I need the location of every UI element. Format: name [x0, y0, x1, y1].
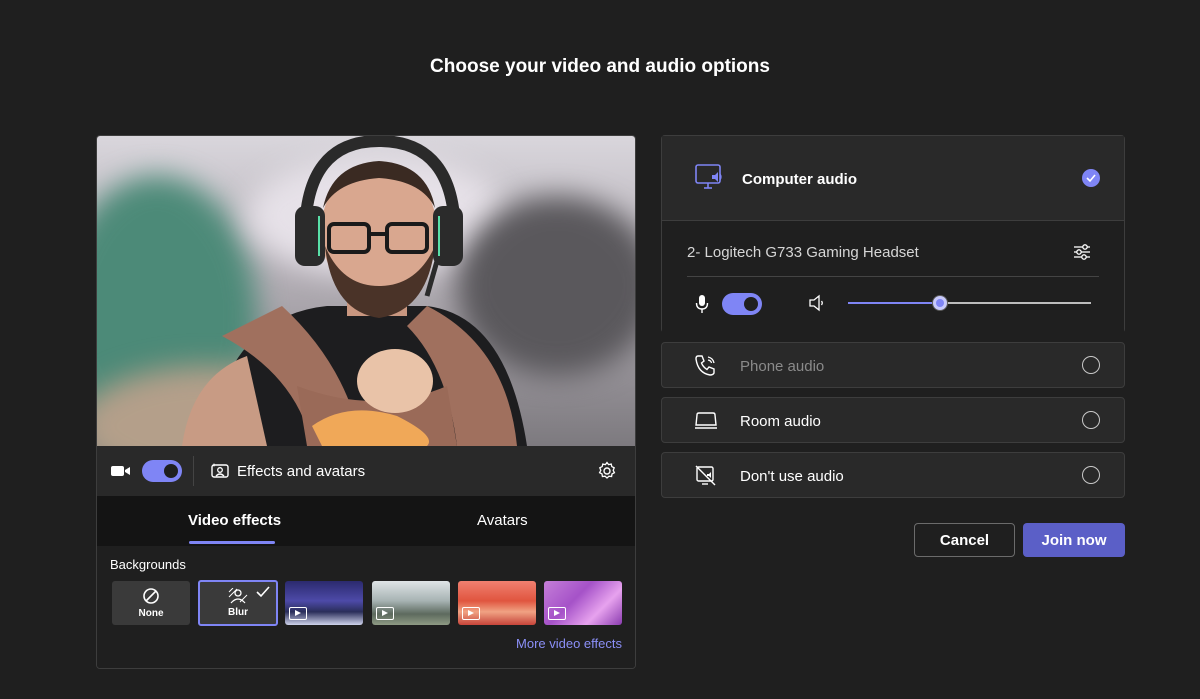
audio-settings-icon[interactable]	[1072, 242, 1092, 262]
background-label: Blur	[228, 607, 248, 618]
video-background-icon	[376, 607, 394, 620]
no-audio-option[interactable]: Don't use audio	[661, 452, 1125, 498]
join-now-button[interactable]: Join now	[1023, 523, 1125, 557]
background-clouds[interactable]	[372, 581, 450, 625]
toggle-knob	[744, 297, 758, 311]
phone-audio-icon	[695, 355, 715, 376]
phone-audio-option[interactable]: Phone audio	[661, 342, 1125, 388]
tab-avatars[interactable]: Avatars	[477, 512, 528, 529]
video-background-icon	[462, 607, 480, 620]
blur-icon	[228, 588, 248, 604]
background-purple[interactable]	[544, 581, 622, 625]
room-audio-radio[interactable]	[1082, 411, 1100, 429]
toggle-knob	[164, 464, 178, 478]
no-audio-label: Don't use audio	[740, 468, 844, 485]
slider-fill	[848, 302, 941, 304]
more-video-effects-link[interactable]: More video effects	[516, 636, 622, 651]
camera-preview	[97, 136, 635, 446]
speaker-icon	[809, 294, 823, 312]
tab-video-effects[interactable]: Video effects	[188, 512, 281, 529]
page-title: Choose your video and audio options	[430, 56, 770, 77]
slider-thumb[interactable]	[932, 295, 949, 311]
no-audio-radio[interactable]	[1082, 466, 1100, 484]
selected-check	[1082, 169, 1100, 187]
divider	[687, 276, 1099, 277]
camera-toggle[interactable]	[142, 460, 182, 482]
room-audio-icon	[695, 412, 717, 429]
computer-audio-icon	[695, 164, 722, 189]
video-background-icon	[289, 607, 307, 620]
microphone-toggle[interactable]	[722, 293, 762, 315]
speaker-volume-slider[interactable]	[848, 295, 1091, 311]
cancel-button[interactable]: Cancel	[914, 523, 1015, 557]
background-mountains[interactable]	[285, 581, 363, 625]
effects-icon	[211, 463, 229, 478]
room-audio-label: Room audio	[740, 413, 821, 430]
room-audio-option[interactable]: Room audio	[661, 397, 1125, 443]
checkmark-icon	[1086, 174, 1096, 183]
divider	[193, 456, 194, 486]
video-control-bar: Effects and avatars	[97, 446, 635, 496]
backgrounds-section: Backgrounds None Blur More video effects	[97, 546, 635, 668]
computer-audio-settings: 2- Logitech G733 Gaming Headset	[662, 220, 1124, 333]
backgrounds-label: Backgrounds	[110, 557, 186, 572]
none-icon	[143, 588, 159, 604]
person-figure	[182, 136, 527, 446]
computer-audio-header[interactable]: Computer audio	[662, 136, 1124, 220]
computer-audio-label: Computer audio	[742, 171, 857, 188]
background-label: None	[138, 608, 164, 619]
phone-audio-label: Phone audio	[740, 358, 825, 375]
effects-and-avatars-button[interactable]: Effects and avatars	[211, 459, 365, 483]
background-sunset[interactable]	[458, 581, 536, 625]
video-background-icon	[548, 607, 566, 620]
effects-label: Effects and avatars	[237, 462, 366, 480]
phone-audio-radio[interactable]	[1082, 356, 1100, 374]
background-blur[interactable]: Blur	[198, 580, 278, 626]
computer-audio-card[interactable]: Computer audio 2- Logitech G733 Gaming H…	[661, 135, 1125, 333]
video-preview-panel: Effects and avatars Video effects Avatar…	[96, 135, 636, 669]
camera-icon[interactable]	[111, 462, 131, 480]
audio-device-name[interactable]: 2- Logitech G733 Gaming Headset	[687, 244, 919, 261]
gear-icon[interactable]	[597, 461, 617, 481]
tab-underline	[189, 541, 275, 544]
background-none[interactable]: None	[112, 581, 190, 625]
checkmark-icon	[256, 586, 270, 598]
video-tabs: Video effects Avatars	[97, 496, 635, 546]
microphone-icon	[695, 295, 709, 313]
no-audio-icon	[695, 465, 716, 486]
